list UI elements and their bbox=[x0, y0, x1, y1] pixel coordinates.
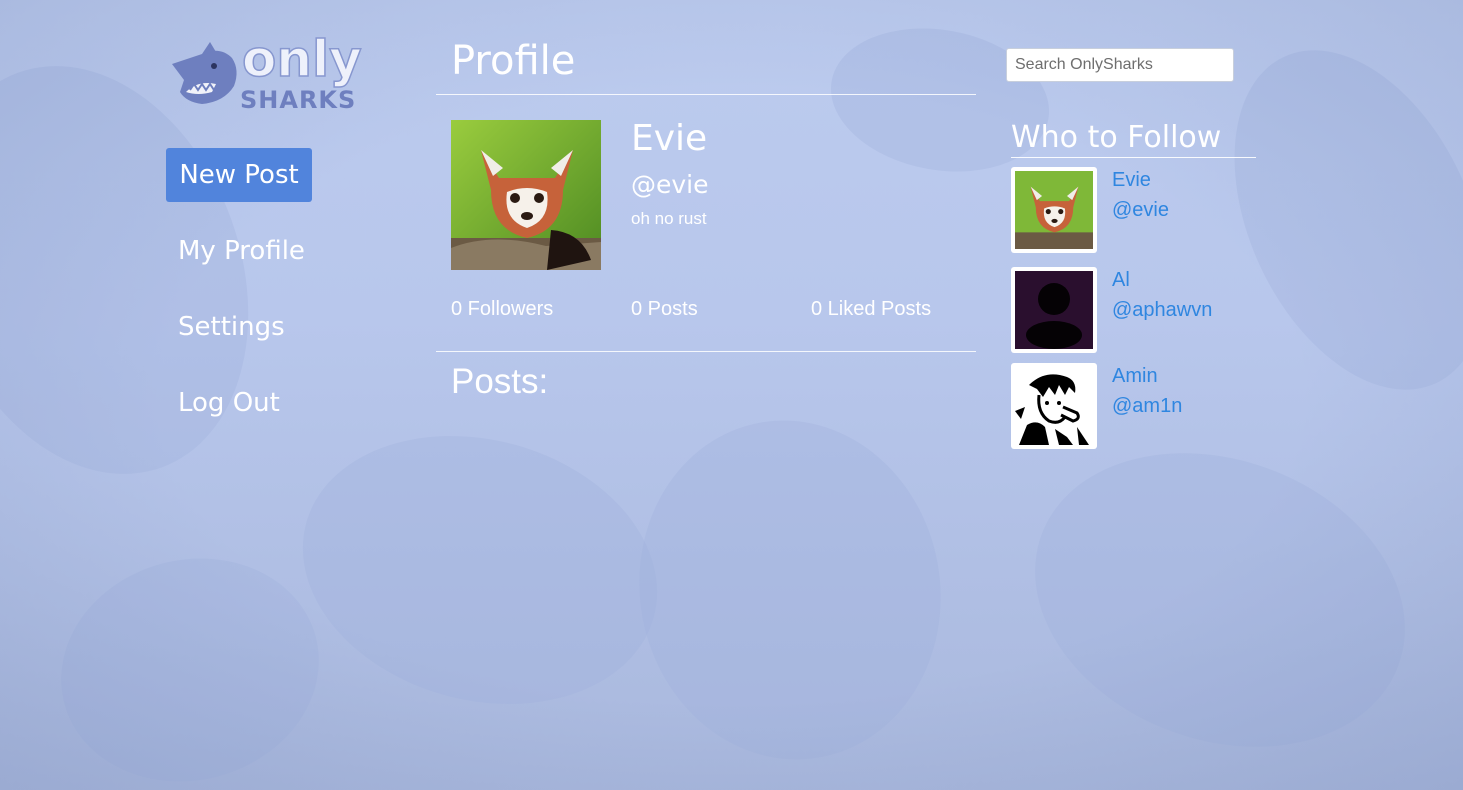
new-post-button[interactable]: New Post bbox=[166, 148, 312, 202]
background-shark-shape bbox=[35, 530, 345, 790]
avatar bbox=[1011, 167, 1097, 253]
follow-name[interactable]: Al bbox=[1112, 269, 1130, 292]
follow-suggestion[interactable]: Al @aphawvn bbox=[1011, 267, 1256, 357]
who-to-follow-divider bbox=[1011, 157, 1256, 158]
nav-settings[interactable]: Settings bbox=[178, 312, 285, 342]
logo-only-text: only bbox=[242, 30, 362, 88]
background-shark-shape bbox=[612, 396, 968, 784]
nav-log-out[interactable]: Log Out bbox=[178, 388, 280, 418]
profile-bio: oh no rust bbox=[631, 209, 707, 228]
profile-handle: @evie bbox=[631, 170, 709, 199]
follow-handle[interactable]: @aphawvn bbox=[1112, 299, 1212, 322]
title-divider bbox=[436, 94, 976, 95]
follow-suggestion[interactable]: Amin @am1n bbox=[1011, 363, 1256, 453]
search-input[interactable] bbox=[1006, 48, 1234, 82]
logo-sharks-text: SHARKS bbox=[240, 86, 356, 113]
profile-avatar bbox=[451, 120, 601, 270]
onlysharks-logo[interactable]: only SHARKS bbox=[168, 18, 383, 113]
shark-logo-icon: only SHARKS bbox=[172, 29, 362, 113]
avatar bbox=[1011, 267, 1097, 353]
follow-name[interactable]: Amin bbox=[1112, 365, 1158, 388]
follow-handle[interactable]: @evie bbox=[1112, 199, 1169, 222]
liked-posts-count[interactable]: 0 Liked Posts bbox=[811, 298, 931, 321]
background-shark-shape bbox=[993, 403, 1447, 790]
default-user-icon bbox=[1015, 271, 1093, 349]
red-panda-photo-icon bbox=[1015, 171, 1093, 249]
background-shark-shape bbox=[819, 11, 1061, 189]
follow-name[interactable]: Evie bbox=[1112, 169, 1151, 192]
followers-count[interactable]: 0 Followers bbox=[451, 298, 553, 321]
posts-heading: Posts: bbox=[451, 362, 549, 401]
nav-my-profile[interactable]: My Profile bbox=[178, 236, 305, 266]
sketch-portrait-icon bbox=[1015, 367, 1093, 445]
page-title: Profile bbox=[451, 38, 576, 84]
avatar bbox=[1011, 363, 1097, 449]
posts-count[interactable]: 0 Posts bbox=[631, 298, 698, 321]
profile-name: Evie bbox=[631, 118, 708, 159]
who-to-follow-heading: Who to Follow bbox=[1011, 120, 1222, 155]
red-panda-photo-icon bbox=[451, 120, 601, 270]
follow-handle[interactable]: @am1n bbox=[1112, 395, 1182, 418]
background-shark-shape bbox=[272, 397, 688, 743]
posts-divider bbox=[436, 351, 976, 352]
follow-suggestion[interactable]: Evie @evie bbox=[1011, 167, 1256, 257]
